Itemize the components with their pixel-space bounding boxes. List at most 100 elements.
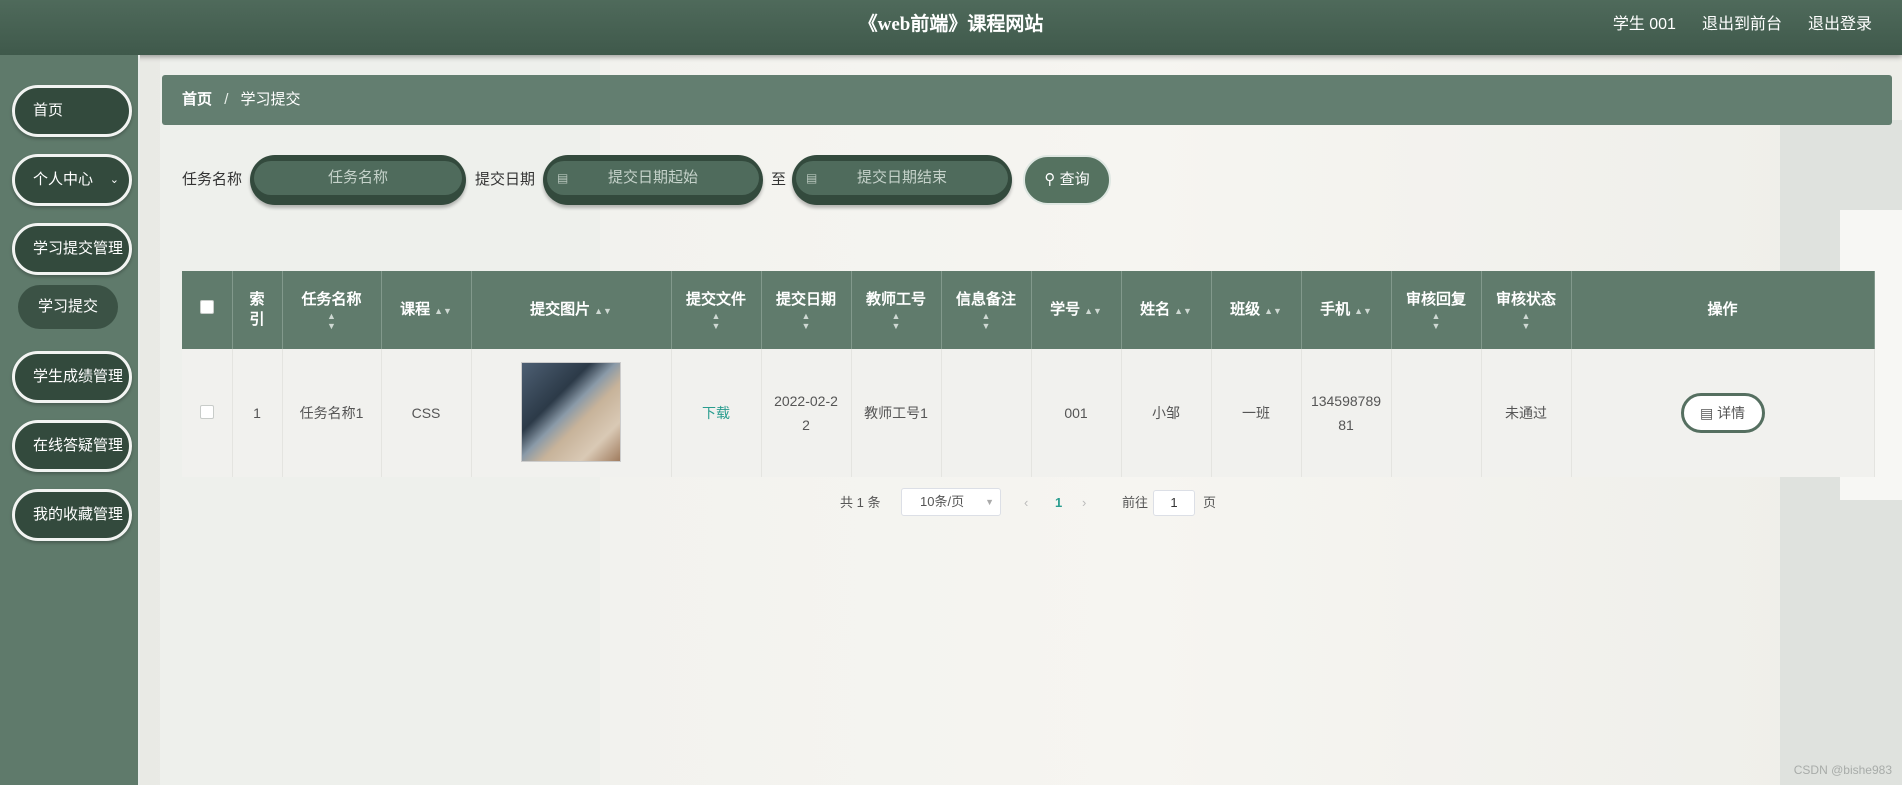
task-name-input[interactable]: 任务名称	[250, 155, 466, 205]
query-button[interactable]: ⚲ 查询	[1023, 155, 1111, 205]
column-header-actions: 操作	[1571, 271, 1875, 349]
table-row: 1 任务名称1 CSS 下载 2022-02-2 2 教师工号1 001 小邹 一…	[182, 349, 1875, 477]
sidebar-item-label: 首页	[33, 102, 64, 119]
column-header-phone[interactable]: 手机 ▲▼	[1301, 271, 1392, 349]
sort-icon[interactable]: ▲▼	[672, 311, 761, 331]
sort-icon[interactable]: ▲▼	[594, 306, 612, 316]
sidebar-item-label: 学习提交管理	[33, 240, 124, 257]
column-header-date[interactable]: 提交日期 ▲ ▼	[761, 271, 852, 349]
breadcrumb-current: 学习提交	[240, 91, 301, 108]
column-header-class[interactable]: 班级 ▲▼	[1211, 271, 1302, 349]
table-header-row: 索引 任务名称 ▲ ▼ 课程 ▲▼ 提交图片 ▲▼ 提交文件 ▲ ▼ 提交日期 ▲ ▼ 教师工号…	[182, 271, 1875, 349]
chevron-down-icon: ⌄	[109, 174, 119, 186]
user-label: 学生 001	[1612, 16, 1676, 33]
pagination-total-prefix: 共	[840, 495, 854, 510]
page-number-current[interactable]: 1	[1055, 488, 1062, 518]
column-header-label: 任务名称	[301, 291, 362, 308]
date-end-placeholder: 提交日期结束	[856, 169, 947, 186]
sidebar-item-label: 我的收藏管理	[33, 506, 124, 523]
sidebar-item-label: 在线答疑管理	[33, 437, 124, 454]
column-header-teacher[interactable]: 教师工号 ▲ ▼	[851, 271, 942, 349]
column-header-name[interactable]: 姓名 ▲▼	[1121, 271, 1212, 349]
sort-icon[interactable]: ▲▼	[1174, 306, 1192, 316]
column-header-student-id[interactable]: 学号 ▲▼	[1031, 271, 1122, 349]
sidebar-item-home[interactable]: 首页	[12, 85, 132, 137]
column-header-image[interactable]: 提交图片 ▲▼	[471, 271, 672, 349]
row-checkbox[interactable]	[199, 404, 214, 419]
cell-actions: ▤ 详情	[1571, 349, 1875, 477]
sort-icon[interactable]: ▲▼	[1482, 311, 1571, 331]
column-header-file[interactable]: 提交文件 ▲ ▼	[671, 271, 762, 349]
sort-icon[interactable]: ▲▼	[1392, 311, 1481, 331]
column-header-task[interactable]: 任务名称 ▲ ▼	[282, 271, 382, 349]
column-header-label: 信息备注	[955, 291, 1016, 308]
goto-page-input[interactable]: 1	[1153, 490, 1195, 516]
query-button-label: 查询	[1059, 171, 1090, 188]
goto-suffix: 页	[1203, 495, 1217, 510]
column-header-reply[interactable]: 审核回复 ▲ ▼	[1391, 271, 1482, 349]
cell-student-id: 001	[1031, 349, 1122, 477]
next-page-button[interactable]: ›	[1082, 488, 1086, 518]
sidebar-item-score-mgmt[interactable]: 学生成绩管理	[12, 351, 132, 403]
column-header-note[interactable]: 信息备注 ▲ ▼	[941, 271, 1032, 349]
column-header-index: 索引	[232, 271, 283, 349]
pagination-total: 共 1 条	[840, 488, 881, 518]
page-size-select[interactable]: 10条/页 ▼	[901, 488, 1001, 516]
detail-button[interactable]: ▤ 详情	[1680, 393, 1765, 433]
sidebar-item-label: 个人中心	[33, 171, 94, 188]
submit-date-label: 提交日期	[475, 171, 536, 188]
column-header-status[interactable]: 审核状态 ▲ ▼	[1481, 271, 1572, 349]
date-end-input[interactable]: ▤ 提交日期结束	[792, 155, 1012, 205]
cell-status: 未通过	[1481, 349, 1572, 477]
breadcrumb-separator: /	[224, 91, 229, 108]
column-header-label: 手机	[1320, 300, 1351, 318]
date-line: 2	[802, 417, 810, 433]
breadcrumb-home[interactable]: 首页	[182, 91, 212, 108]
sort-icon[interactable]: ▲▼	[434, 306, 452, 316]
column-header-label: 学号	[1050, 300, 1081, 318]
prev-page-button[interactable]: ‹	[1024, 488, 1028, 518]
cell-file: 下载	[671, 349, 762, 477]
sidebar-item-qa-mgmt[interactable]: 在线答疑管理	[12, 420, 132, 472]
submission-thumbnail[interactable]	[521, 361, 621, 462]
logout-link[interactable]: 退出登录	[1808, 0, 1872, 50]
column-header-label: 教师工号	[865, 291, 926, 308]
calendar-icon: ▤	[557, 171, 569, 185]
sort-icon[interactable]: ▲▼	[283, 311, 381, 331]
sidebar-item-favorites-mgmt[interactable]: 我的收藏管理	[12, 489, 132, 541]
column-header-label: 提交日期	[775, 291, 836, 308]
top-header: 《web前端》课程网站 学生 001 退出到前台 退出登录	[0, 0, 1902, 55]
chevron-down-icon: ▼	[985, 497, 994, 507]
sort-icon[interactable]: ▲▼	[1084, 306, 1102, 316]
select-all-checkbox[interactable]	[199, 300, 214, 314]
back-to-front-link[interactable]: 退出到前台	[1702, 0, 1782, 50]
download-link[interactable]: 下载	[702, 405, 730, 421]
sidebar-item-study-submit-mgmt[interactable]: 学习提交管理	[12, 223, 132, 275]
breadcrumb: 首页 / 学习提交	[162, 75, 1892, 125]
date-start-input[interactable]: ▤ 提交日期起始	[543, 155, 763, 205]
cell-teacher: 教师工号1	[851, 349, 942, 477]
task-name-label: 任务名称	[182, 171, 243, 188]
sort-icon[interactable]: ▲▼	[762, 311, 851, 331]
sidebar: 首页 个人中心 ⌄ 学习提交管理 学习提交 学生成绩管理 在线答疑管理 我的收藏…	[0, 55, 140, 785]
document-icon: ▤	[1699, 405, 1714, 421]
date-range-to-label: 至	[771, 171, 787, 188]
sidebar-subitem-study-submit[interactable]: 学习提交	[18, 285, 118, 329]
column-header-label: 操作	[1707, 301, 1738, 318]
sort-icon[interactable]: ▲▼	[942, 311, 1031, 331]
sort-icon[interactable]: ▲▼	[852, 311, 941, 331]
cell-task: 任务名称1	[282, 349, 382, 477]
sort-icon[interactable]: ▲▼	[1264, 306, 1282, 316]
cell-class: 一班	[1211, 349, 1302, 477]
cell-note	[941, 349, 1032, 477]
column-header-course[interactable]: 课程 ▲▼	[381, 271, 472, 349]
cell-date: 2022-02-2 2	[761, 349, 852, 477]
sort-icon[interactable]: ▲▼	[1354, 306, 1372, 316]
column-header-label: 提交图片	[530, 300, 591, 318]
date-end-field: ▤ 提交日期结束	[796, 161, 1008, 195]
pagination-total-count: 1	[856, 495, 864, 510]
cell-index: 1	[232, 349, 283, 477]
row-select-cell	[182, 349, 233, 477]
cell-name: 小邹	[1121, 349, 1212, 477]
sidebar-item-personal-center[interactable]: 个人中心 ⌄	[12, 154, 132, 206]
